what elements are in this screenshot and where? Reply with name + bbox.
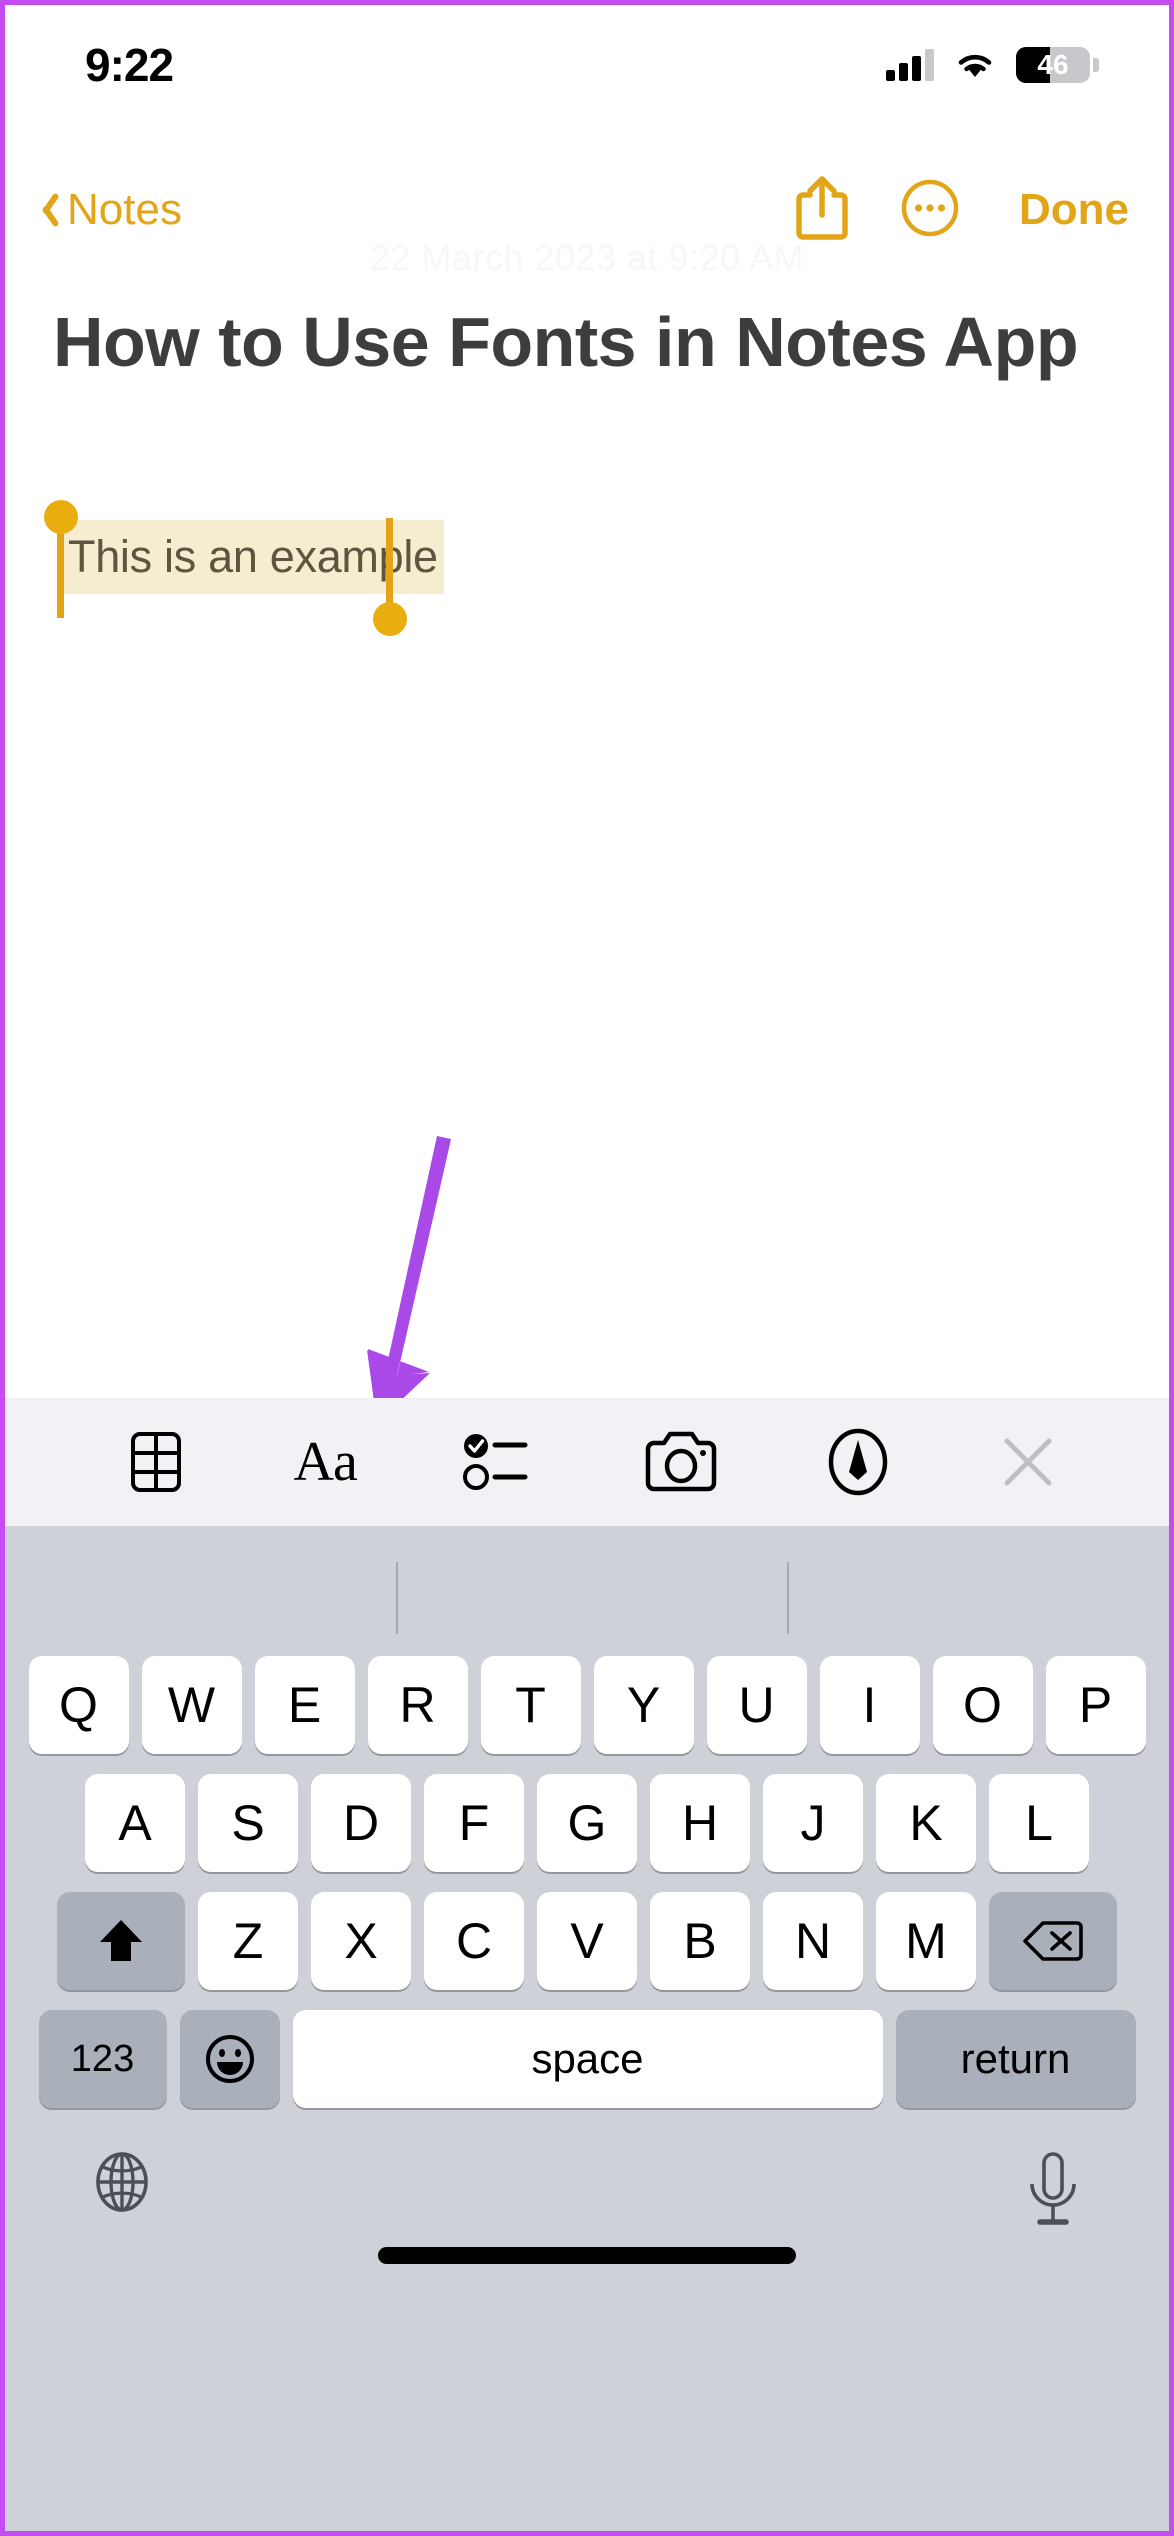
emoji-key[interactable]	[179, 2010, 280, 2108]
key-e[interactable]: E	[254, 1656, 355, 1754]
key-a[interactable]: A	[85, 1774, 185, 1872]
key-j[interactable]: J	[763, 1774, 863, 1872]
return-key[interactable]: return	[895, 2010, 1136, 2108]
key-o[interactable]: O	[932, 1656, 1033, 1754]
status-time: 9:22	[85, 39, 174, 91]
delete-key[interactable]	[989, 1892, 1117, 1990]
predictive-divider	[787, 1562, 789, 1634]
back-to-notes-button[interactable]: Notes	[35, 185, 182, 235]
predictive-text-bar[interactable]	[5, 1526, 1169, 1656]
key-d[interactable]: D	[311, 1774, 411, 1872]
key-q[interactable]: Q	[28, 1656, 129, 1754]
table-button[interactable]	[123, 1429, 189, 1495]
checklist-button[interactable]	[461, 1429, 537, 1495]
key-u[interactable]: U	[706, 1656, 807, 1754]
selection-handle-start[interactable]	[44, 499, 78, 618]
format-aa-label: Aa	[293, 1431, 358, 1493]
key-f[interactable]: F	[424, 1774, 524, 1872]
shift-arrow-icon	[100, 1920, 142, 1961]
key-t[interactable]: T	[480, 1656, 581, 1754]
battery-percent: 46	[1037, 49, 1069, 80]
note-timestamp: 22 March 2023 at 9:20 AM	[369, 237, 805, 278]
status-bar: 9:22 46	[5, 5, 1169, 125]
dictation-key[interactable]	[1022, 2150, 1084, 2237]
key-b[interactable]: B	[650, 1892, 750, 1990]
keyboard-row-1: QWERTYUIOP	[5, 1656, 1169, 1754]
shift-key[interactable]	[57, 1892, 185, 1990]
key-z[interactable]: Z	[198, 1892, 298, 1990]
share-button[interactable]	[795, 175, 849, 246]
key-p[interactable]: P	[1045, 1656, 1146, 1754]
key-c[interactable]: C	[424, 1892, 524, 1990]
keyboard-row-2: ASDFGHJKL	[5, 1774, 1169, 1872]
cellular-signal-icon	[886, 49, 934, 81]
format-aa-button[interactable]: Aa	[293, 1430, 358, 1494]
keyboard-row-3: ZXCVBNM	[5, 1892, 1169, 1990]
key-h[interactable]: H	[650, 1774, 750, 1872]
home-indicator	[378, 2247, 796, 2264]
globe-icon	[96, 2152, 148, 2212]
battery-icon: 46	[1016, 47, 1090, 83]
battery-indicator: 46	[1016, 47, 1099, 83]
close-x-icon	[1004, 1438, 1052, 1486]
keyboard-row-4: 123 space return	[5, 2010, 1169, 2108]
status-indicators: 46	[886, 47, 1099, 83]
delete-backward-icon	[1023, 1921, 1083, 1961]
space-key[interactable]: space	[292, 2010, 883, 2108]
key-k[interactable]: K	[876, 1774, 976, 1872]
selection-handle-start-dot[interactable]	[44, 499, 78, 534]
done-button[interactable]: Done	[1019, 185, 1129, 235]
selection-handle-end[interactable]	[373, 517, 407, 636]
keyboard-bottom-row	[5, 2128, 1169, 2296]
wifi-icon	[954, 49, 996, 81]
note-title[interactable]: How to Use Fonts in Notes App	[53, 304, 1121, 381]
key-m[interactable]: M	[876, 1892, 976, 1990]
checklist-icon	[463, 1434, 528, 1490]
back-button-label: Notes	[67, 185, 182, 234]
chevron-left-icon	[35, 190, 57, 230]
note-content[interactable]: How to Use Fonts in Notes App This is an…	[5, 304, 1169, 636]
more-options-button[interactable]	[901, 179, 959, 242]
format-toolbar: Aa	[5, 1398, 1169, 1526]
key-w[interactable]: W	[141, 1656, 242, 1754]
key-y[interactable]: Y	[593, 1656, 694, 1754]
key-r[interactable]: R	[367, 1656, 468, 1754]
phone-screen: 9:22 46 Notes Done 22 March 2023 at 9:20…	[0, 0, 1174, 2536]
globe-key[interactable]	[90, 2150, 154, 2219]
camera-icon	[645, 1431, 717, 1492]
key-l[interactable]: L	[989, 1774, 1089, 1872]
key-i[interactable]: I	[819, 1656, 920, 1754]
markup-pen-icon	[829, 1428, 888, 1496]
selection-handle-end-dot[interactable]	[373, 601, 407, 636]
share-icon	[796, 175, 848, 240]
close-toolbar-button[interactable]	[997, 1431, 1059, 1493]
microphone-icon	[1030, 2152, 1076, 2225]
predictive-divider	[396, 1562, 398, 1634]
key-g[interactable]: G	[537, 1774, 637, 1872]
key-v[interactable]: V	[537, 1892, 637, 1990]
key-n[interactable]: N	[763, 1892, 863, 1990]
note-body[interactable]: This is an example	[44, 496, 1121, 636]
markup-button[interactable]	[824, 1428, 892, 1496]
camera-button[interactable]	[642, 1429, 720, 1495]
ellipsis-circle-icon	[901, 179, 959, 236]
battery-cap	[1093, 58, 1099, 72]
key-s[interactable]: S	[198, 1774, 298, 1872]
emoji-smiley-icon	[205, 2035, 254, 2083]
nav-actions: Done	[795, 175, 1129, 246]
on-screen-keyboard: QWERTYUIOP ASDFGHJKL ZXCVBNM 123 space r…	[5, 1526, 1169, 2531]
table-icon	[131, 1432, 181, 1492]
numbers-key[interactable]: 123	[38, 2010, 167, 2108]
key-x[interactable]: X	[311, 1892, 411, 1990]
